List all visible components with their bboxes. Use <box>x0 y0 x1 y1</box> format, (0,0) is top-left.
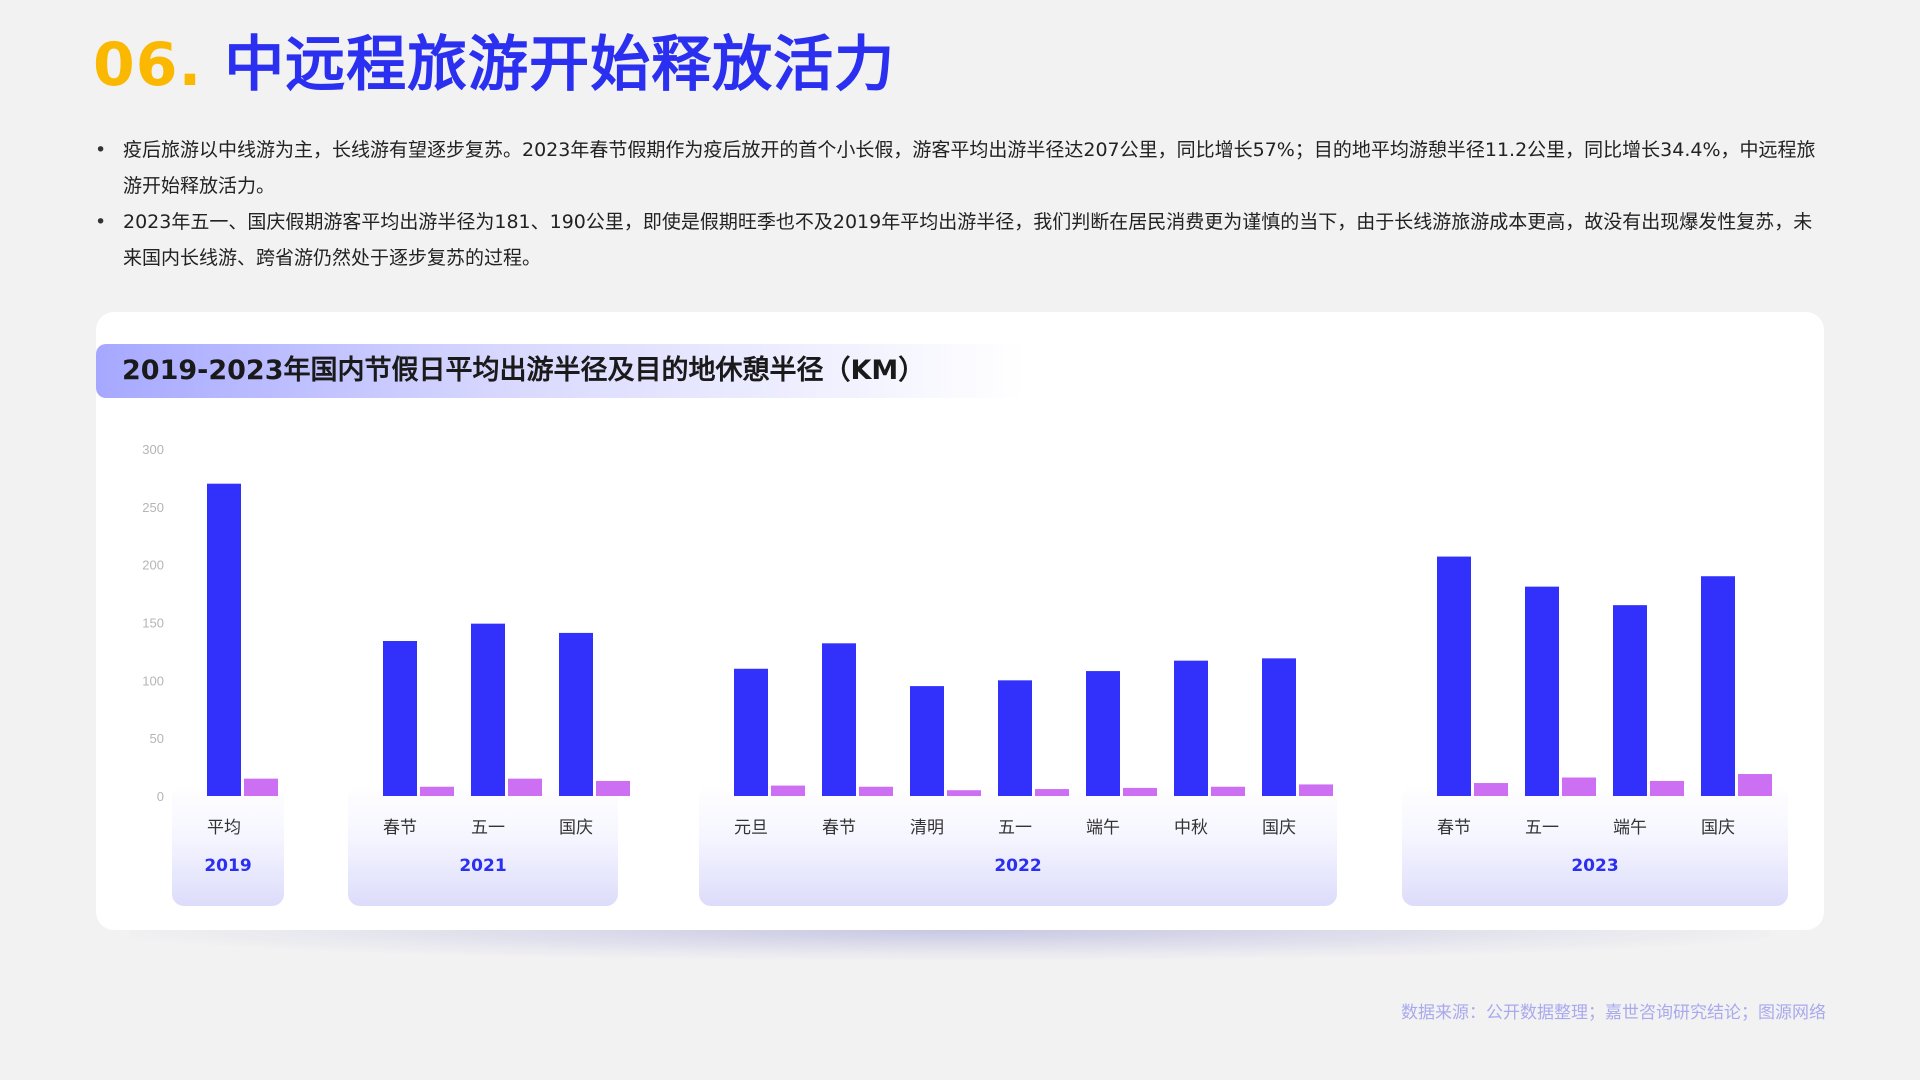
bar-travel-radius <box>207 484 241 796</box>
bar-travel-radius <box>471 624 505 796</box>
y-tick-label: 100 <box>142 673 164 688</box>
bar-rest-radius <box>1738 774 1772 796</box>
year-label: 2021 <box>459 856 506 876</box>
y-tick-label: 0 <box>157 789 164 804</box>
category-label: 平均 <box>207 818 241 838</box>
bar-travel-radius <box>383 641 417 796</box>
bar-rest-radius <box>1211 787 1245 796</box>
chart-card: 2019-2023年国内节假日平均出游半径及目的地休憩半径（KM） 050100… <box>96 312 1824 930</box>
bar-travel-radius <box>1525 587 1559 796</box>
category-label: 春节 <box>383 818 417 838</box>
bar-rest-radius <box>596 781 630 796</box>
y-tick-label: 250 <box>142 500 164 515</box>
category-label: 五一 <box>1525 818 1559 838</box>
y-tick-label: 150 <box>142 616 164 631</box>
category-panel-2021 <box>348 784 618 906</box>
category-label: 中秋 <box>1174 818 1208 838</box>
category-panel-2023 <box>1402 784 1788 906</box>
category-label: 清明 <box>910 818 944 838</box>
bar-rest-radius <box>420 787 454 796</box>
data-source: 数据来源：公开数据整理；嘉世咨询研究结论；图源网络 <box>1401 998 1826 1023</box>
year-label: 2023 <box>1571 856 1618 876</box>
category-label: 国庆 <box>1262 818 1296 838</box>
category-label: 国庆 <box>1701 818 1735 838</box>
y-tick-label: 300 <box>142 442 164 457</box>
bullet-item: 2023年五一、国庆假期游客平均出游半径为181、190公里，即使是假期旺季也不… <box>93 204 1828 276</box>
bar-rest-radius <box>947 790 981 796</box>
category-label: 国庆 <box>559 818 593 838</box>
bar-travel-radius <box>1086 671 1120 796</box>
bar-rest-radius <box>244 779 278 796</box>
bar-rest-radius <box>508 779 542 796</box>
bar-rest-radius <box>1035 789 1069 796</box>
bullet-list: 疫后旅游以中线游为主，长线游有望逐步复苏。2023年春节假期作为疫后放开的首个小… <box>93 132 1828 276</box>
year-label: 2022 <box>994 856 1041 876</box>
y-tick-label: 50 <box>150 731 164 746</box>
bullet-item: 疫后旅游以中线游为主，长线游有望逐步复苏。2023年春节假期作为疫后放开的首个小… <box>93 132 1828 204</box>
category-label: 春节 <box>1437 818 1471 838</box>
bar-travel-radius <box>559 633 593 796</box>
bar-rest-radius <box>859 787 893 796</box>
year-label: 2019 <box>204 856 251 876</box>
page-title: 06. 中远程旅游开始释放活力 <box>93 26 895 104</box>
category-label: 端午 <box>1086 818 1120 838</box>
bar-travel-radius <box>822 643 856 796</box>
bar-rest-radius <box>1562 777 1596 796</box>
bar-rest-radius <box>1123 788 1157 796</box>
y-tick-label: 200 <box>142 558 164 573</box>
bar-travel-radius <box>734 669 768 796</box>
bar-travel-radius <box>910 686 944 796</box>
bar-travel-radius <box>1174 661 1208 796</box>
section-number: 06. <box>93 30 202 100</box>
bar-rest-radius <box>1474 783 1508 796</box>
bar-travel-radius <box>998 680 1032 796</box>
category-label: 春节 <box>822 818 856 838</box>
bar-rest-radius <box>1299 784 1333 796</box>
category-label: 元旦 <box>734 818 768 838</box>
bar-travel-radius <box>1437 557 1471 796</box>
bar-travel-radius <box>1262 658 1296 796</box>
category-panel-2022 <box>699 784 1337 906</box>
category-panel-2019 <box>172 784 284 906</box>
bar-rest-radius <box>1650 781 1684 796</box>
bar-travel-radius <box>1701 576 1735 796</box>
bar-travel-radius <box>1613 605 1647 796</box>
category-label: 五一 <box>998 818 1032 838</box>
category-label: 端午 <box>1613 818 1647 838</box>
section-title: 中远程旅游开始释放活力 <box>224 30 895 100</box>
bar-chart: 0 50 100 150 200 250 300 2019 平均 2021 春节 五一 国庆 2022 元… <box>96 312 1824 930</box>
category-label: 五一 <box>471 818 505 838</box>
bar-rest-radius <box>771 786 805 796</box>
